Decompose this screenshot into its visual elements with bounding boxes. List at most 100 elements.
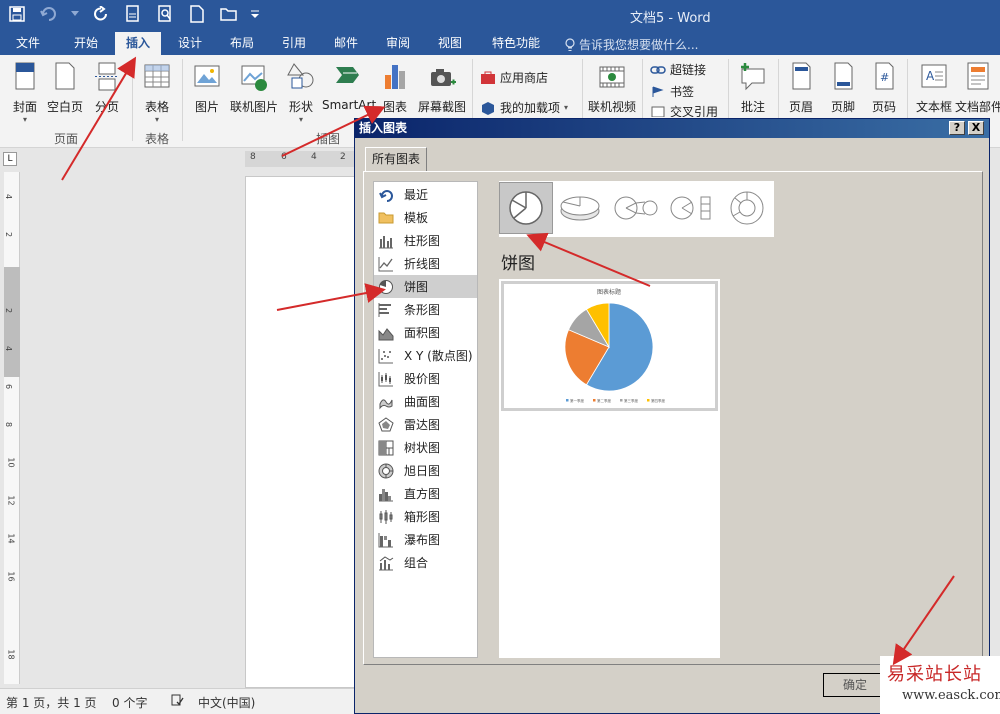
tab-review[interactable]: 审阅 [378, 32, 418, 55]
tab-home[interactable]: 开始 [66, 32, 106, 55]
bookmark-button[interactable]: 书签 [650, 83, 694, 100]
magnify-page-icon[interactable] [154, 3, 176, 25]
category-stock[interactable]: 股价图 [374, 367, 477, 390]
document-parts-label: 文档部件 [955, 100, 1000, 114]
chart-category-list: 最近 模板 柱形图 折线图 饼图 条形图 面积图 X Y (散点图) 股价图 曲… [373, 181, 478, 658]
category-label: 曲面图 [404, 395, 441, 409]
text-box-button[interactable]: A 文本框 [911, 61, 957, 115]
word-count[interactable]: 0 个字 [112, 694, 147, 711]
tab-insert[interactable]: 插入 [115, 32, 161, 55]
screenshot-label: 屏幕截图 [417, 100, 466, 114]
undo-icon[interactable] [38, 3, 60, 25]
category-line[interactable]: 折线图 [374, 252, 477, 275]
print-preview-icon[interactable] [122, 3, 144, 25]
subtype-pie-icon[interactable] [499, 182, 553, 234]
waterfall-chart-icon [378, 532, 394, 548]
smartart-button[interactable]: SmartArt [322, 61, 376, 112]
new-document-icon[interactable] [186, 3, 208, 25]
chart-button[interactable]: 图表 [372, 61, 418, 115]
picture-button[interactable]: 图片 [184, 61, 230, 115]
ruler-tick: 2 [4, 307, 14, 314]
tab-special-features[interactable]: 特色功能 [484, 32, 548, 55]
chart-panel: 最近 模板 柱形图 折线图 饼图 条形图 面积图 X Y (散点图) 股价图 曲… [363, 171, 983, 665]
page-number-button[interactable]: # 页码 [861, 61, 907, 115]
proofing-icon[interactable] [170, 693, 184, 710]
category-sunburst[interactable]: 旭日图 [374, 459, 477, 482]
legend-swatch [620, 399, 623, 402]
tell-me-box[interactable]: 告诉我您想要做什么... [565, 36, 698, 53]
tab-design[interactable]: 设计 [170, 32, 210, 55]
tell-me-text: 告诉我您想要做什么... [579, 38, 699, 52]
category-histogram[interactable]: 直方图 [374, 482, 477, 505]
page-count[interactable]: 第 1 页，共 1 页 [6, 694, 97, 711]
treemap-chart-icon [378, 440, 394, 456]
tab-layout[interactable]: 布局 [222, 32, 262, 55]
blank-page-button[interactable]: 空白页 [42, 61, 88, 115]
ruler-tick: 8 [250, 152, 256, 162]
folder-icon [378, 210, 394, 226]
subtype-3d-pie-icon[interactable] [553, 182, 607, 234]
comment-button[interactable]: 批注 [730, 61, 776, 115]
document-parts-button[interactable]: 文档部件 [955, 61, 1000, 115]
footer-button[interactable]: 页脚 [820, 61, 866, 115]
page-break-button[interactable]: 分页 [84, 61, 130, 115]
help-button[interactable]: ? [949, 121, 965, 135]
ok-button[interactable]: 确定 [823, 673, 887, 697]
open-folder-icon[interactable] [218, 3, 240, 25]
shapes-button[interactable]: 形状 ▾ [278, 61, 324, 124]
language-indicator[interactable]: 中文(中国) [198, 694, 255, 711]
category-combo[interactable]: 组合 [374, 551, 477, 574]
video-icon [599, 66, 625, 88]
category-column[interactable]: 柱形图 [374, 229, 477, 252]
table-button[interactable]: 表格 ▾ [134, 61, 180, 124]
ruler-tick: 6 [281, 152, 287, 162]
screenshot-button[interactable]: 屏幕截图 [416, 61, 468, 115]
category-box-whisker[interactable]: 箱形图 [374, 505, 477, 528]
tab-all-charts[interactable]: 所有图表 [365, 147, 428, 171]
text-box-label: 文本框 [915, 100, 952, 114]
category-treemap[interactable]: 树状图 [374, 436, 477, 459]
online-picture-icon [241, 65, 267, 91]
subtype-doughnut-icon[interactable] [720, 182, 774, 234]
category-waterfall[interactable]: 瀑布图 [374, 528, 477, 551]
bookmark-label: 书签 [670, 85, 695, 99]
watermark-url: www.easck.com [902, 688, 1000, 703]
subtype-bar-of-pie-icon[interactable] [665, 182, 719, 234]
undo-dropdown-icon[interactable] [70, 3, 80, 25]
tab-mailings[interactable]: 邮件 [326, 32, 366, 55]
tab-selector[interactable]: L [3, 152, 17, 166]
tab-references[interactable]: 引用 [274, 32, 314, 55]
close-button[interactable]: X [968, 121, 984, 135]
tab-file[interactable]: 文件 [8, 32, 48, 55]
category-label: X Y (散点图) [404, 349, 473, 363]
category-radar[interactable]: 雷达图 [374, 413, 477, 436]
header-button[interactable]: 页眉 [778, 61, 824, 115]
online-picture-label: 联机图片 [229, 100, 278, 114]
online-video-label: 联机视频 [587, 100, 636, 114]
document-page[interactable] [245, 176, 365, 688]
customize-toolbar-icon[interactable] [250, 3, 260, 25]
online-picture-button[interactable]: 联机图片 [228, 61, 280, 115]
watermark-text: 易采站长站 [887, 664, 982, 685]
store-button[interactable]: 应用商店 [480, 69, 548, 86]
save-icon[interactable] [6, 3, 28, 25]
chart-preview[interactable]: 图表标题 第一季度 第二季度 第三季度 第四季度 [501, 281, 718, 411]
category-recent[interactable]: 最近 [374, 183, 477, 206]
category-bar[interactable]: 条形图 [374, 298, 477, 321]
ruler-tick: 6 [4, 383, 14, 390]
category-pie[interactable]: 饼图 [374, 275, 477, 298]
comment-label: 批注 [740, 100, 765, 114]
ruler-margin [245, 151, 355, 167]
my-addins-button[interactable]: 我的加载项 ▾ [480, 99, 568, 116]
tab-view[interactable]: 视图 [430, 32, 470, 55]
category-scatter[interactable]: X Y (散点图) [374, 344, 477, 367]
cross-reference-button[interactable]: 交叉引用 [650, 105, 718, 117]
redo-icon[interactable] [90, 3, 112, 25]
online-video-button[interactable]: 联机视频 [586, 61, 638, 115]
subtype-pie-of-pie-icon[interactable] [609, 182, 663, 234]
category-surface[interactable]: 曲面图 [374, 390, 477, 413]
page-break-label: 分页 [94, 100, 119, 114]
category-area[interactable]: 面积图 [374, 321, 477, 344]
hyperlink-button[interactable]: 超链接 [650, 61, 706, 78]
category-templates[interactable]: 模板 [374, 206, 477, 229]
